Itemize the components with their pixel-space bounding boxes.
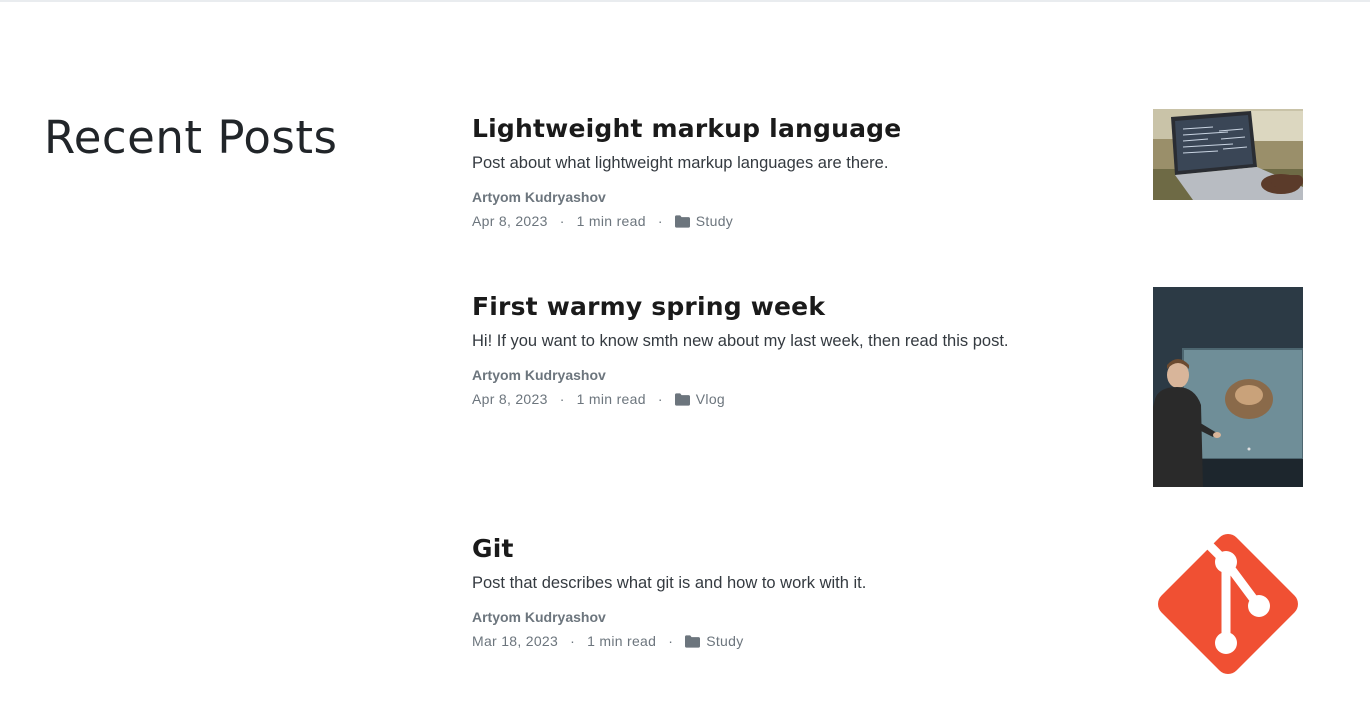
- post-date: Apr 8, 2023: [472, 213, 548, 229]
- git-logo-icon: [1158, 530, 1298, 674]
- post-date: Apr 8, 2023: [472, 391, 548, 407]
- meta-separator: ·: [559, 391, 565, 407]
- meta-separator: ·: [668, 633, 674, 649]
- folder-icon: [674, 392, 690, 406]
- post-read-time: 1 min read: [587, 633, 657, 649]
- header-divider: [0, 0, 1370, 2]
- post-thumbnail-laptop-photo[interactable]: [1153, 109, 1303, 200]
- post-category[interactable]: Study: [706, 632, 743, 650]
- post-meta: Apr 8, 2023 · 1 min read · Study: [472, 212, 1303, 230]
- meta-separator: ·: [570, 633, 576, 649]
- laptop-photo: [1153, 109, 1303, 200]
- post-thumbnail-person-photo[interactable]: [1153, 287, 1303, 487]
- section-title: Recent Posts: [44, 111, 338, 164]
- post-read-time: 1 min read: [576, 213, 646, 229]
- post-category[interactable]: Vlog: [696, 390, 725, 408]
- post-read-time: 1 min read: [576, 391, 646, 407]
- post-category[interactable]: Study: [696, 212, 733, 230]
- meta-separator: ·: [657, 213, 663, 229]
- post-thumbnail-git-logo[interactable]: [1153, 529, 1303, 679]
- post-date: Mar 18, 2023: [472, 633, 559, 649]
- meta-separator: ·: [657, 391, 663, 407]
- folder-icon: [674, 214, 690, 228]
- folder-icon: [685, 634, 701, 648]
- meta-separator: ·: [559, 213, 565, 229]
- person-with-exhibit-photo: [1153, 287, 1303, 487]
